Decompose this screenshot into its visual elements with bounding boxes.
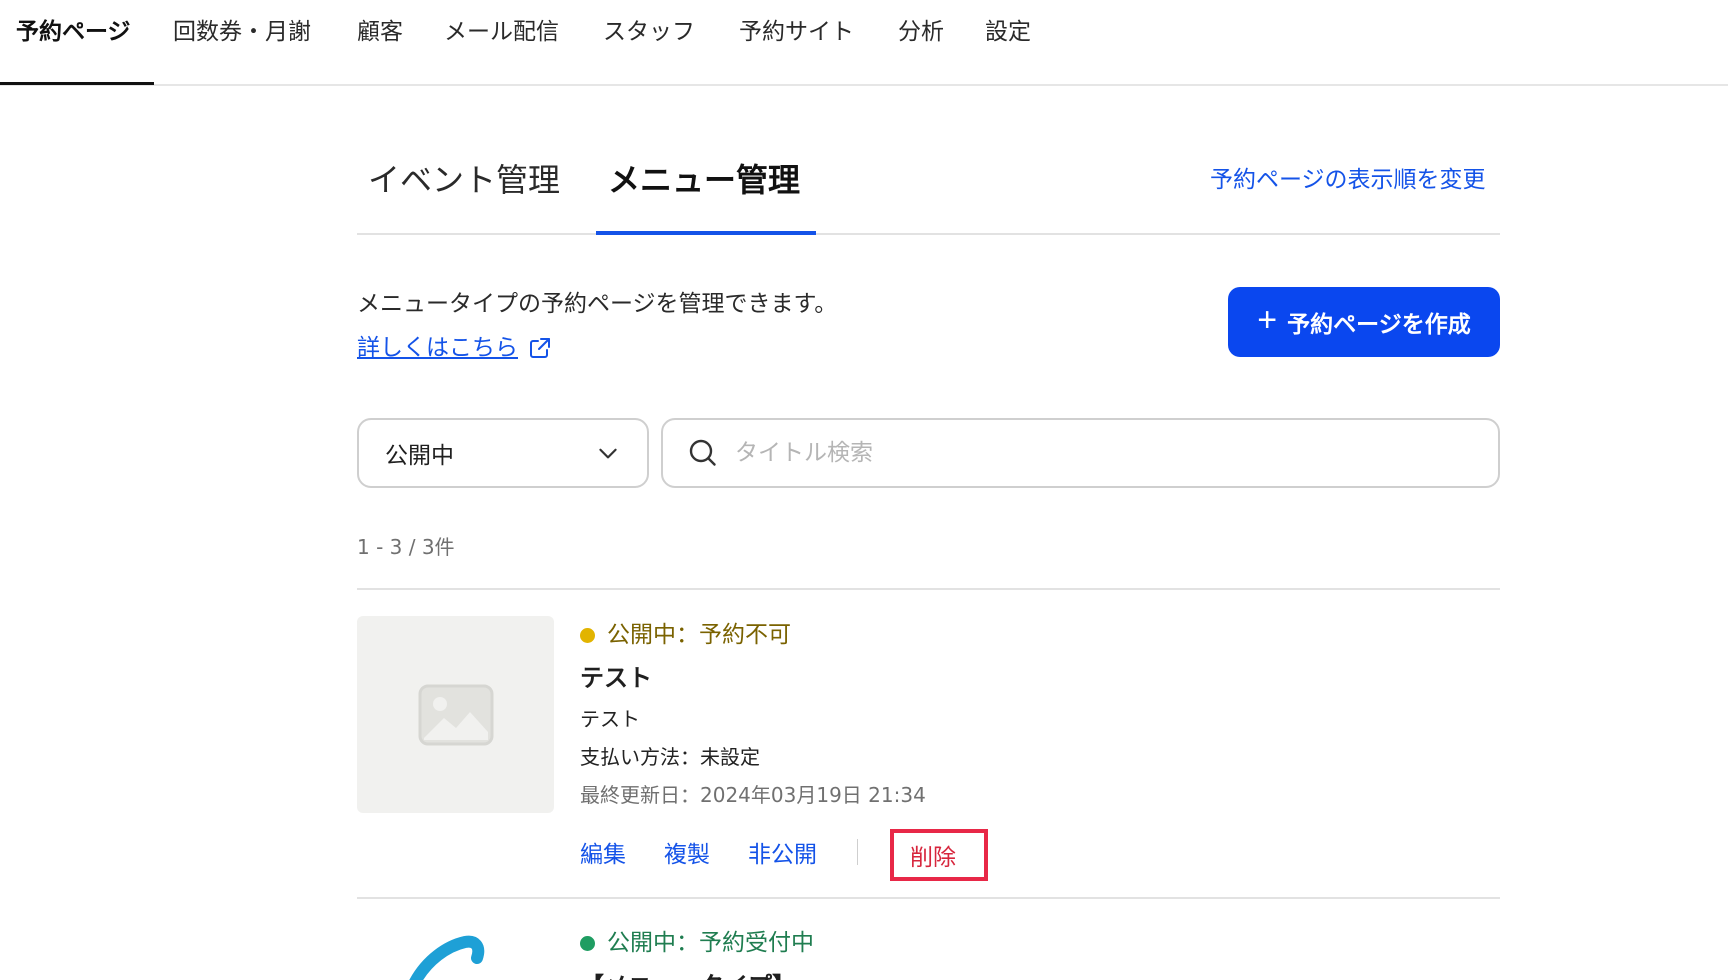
status-dot-icon bbox=[580, 627, 595, 643]
tabs-divider bbox=[357, 233, 1500, 235]
status-label: 公開中：予約不可 bbox=[607, 622, 791, 648]
create-reservation-page-button[interactable]: + 予約ページを作成 bbox=[1228, 287, 1500, 357]
active-nav-underline bbox=[0, 82, 154, 85]
nav-item-settings[interactable]: 設定 bbox=[985, 14, 1031, 50]
actions-separator bbox=[857, 839, 858, 865]
external-link-icon bbox=[530, 338, 550, 358]
page-description: メニュータイプの予約ページを管理できます。 bbox=[357, 291, 838, 317]
nav-item-analytics[interactable]: 分析 bbox=[898, 14, 944, 50]
list-item-title: 【メニュータイプ】 bbox=[580, 969, 796, 980]
create-button-label: 予約ページを作成 bbox=[1287, 311, 1471, 337]
nav-item-customers[interactable]: 顧客 bbox=[357, 14, 403, 50]
item-thumbnail-placeholder bbox=[357, 616, 554, 813]
status-filter-value: 公開中 bbox=[385, 443, 454, 469]
active-tab-underline bbox=[596, 231, 816, 235]
search-icon bbox=[689, 439, 716, 466]
tab-event-management[interactable]: イベント管理 bbox=[368, 160, 560, 200]
top-navigation: 予約ページ 回数券・月謝 顧客 メール配信 スタッフ 予約サイト 分析 設定 bbox=[0, 0, 1728, 86]
edit-button[interactable]: 編集 bbox=[580, 835, 626, 869]
chevron-down-icon bbox=[599, 448, 617, 459]
nav-item-reservation-pages[interactable]: 予約ページ bbox=[16, 14, 131, 50]
item-thumbnail-logo bbox=[357, 920, 554, 980]
nav-item-staff[interactable]: スタッフ bbox=[603, 14, 695, 50]
list-item-divider bbox=[357, 897, 1500, 899]
status-dot-icon bbox=[580, 935, 595, 951]
search-box bbox=[661, 418, 1500, 488]
list-item-actions: 編集 複製 非公開 bbox=[580, 834, 884, 870]
reorder-pages-link[interactable]: 予約ページの表示順を変更 bbox=[1210, 164, 1486, 196]
nav-item-tickets[interactable]: 回数券・月謝 bbox=[173, 14, 311, 50]
result-count: 1 - 3 / 3件 bbox=[357, 535, 455, 559]
nav-item-mail[interactable]: メール配信 bbox=[444, 14, 559, 50]
list-item-updated: 最終更新日：2024年03月19日 21:34 bbox=[580, 783, 926, 807]
unpublish-button[interactable]: 非公開 bbox=[748, 835, 817, 869]
list-item-status: 公開中：予約受付中 bbox=[580, 927, 814, 959]
list-top-divider bbox=[357, 588, 1500, 590]
status-filter-select[interactable]: 公開中 bbox=[357, 418, 649, 488]
tab-menu-management[interactable]: メニュー管理 bbox=[608, 160, 800, 200]
nav-item-reservation-site[interactable]: 予約サイト bbox=[739, 14, 854, 50]
delete-button[interactable]: 削除 bbox=[890, 829, 988, 881]
list-item-title: テスト bbox=[580, 664, 652, 692]
status-label: 公開中：予約受付中 bbox=[607, 930, 814, 956]
image-placeholder-icon bbox=[418, 684, 493, 745]
logo-swoosh-icon bbox=[409, 935, 485, 980]
learn-more-label: 詳しくはこちら bbox=[357, 335, 518, 361]
list-item-status: 公開中：予約不可 bbox=[580, 619, 791, 651]
duplicate-button[interactable]: 複製 bbox=[664, 835, 710, 869]
list-item-description: テスト bbox=[580, 707, 640, 731]
plus-icon: + bbox=[1257, 301, 1278, 339]
list-item-payment: 支払い方法：未設定 bbox=[580, 745, 760, 769]
title-search-input[interactable] bbox=[735, 440, 1435, 466]
learn-more-link[interactable]: 詳しくはこちら bbox=[357, 332, 552, 364]
